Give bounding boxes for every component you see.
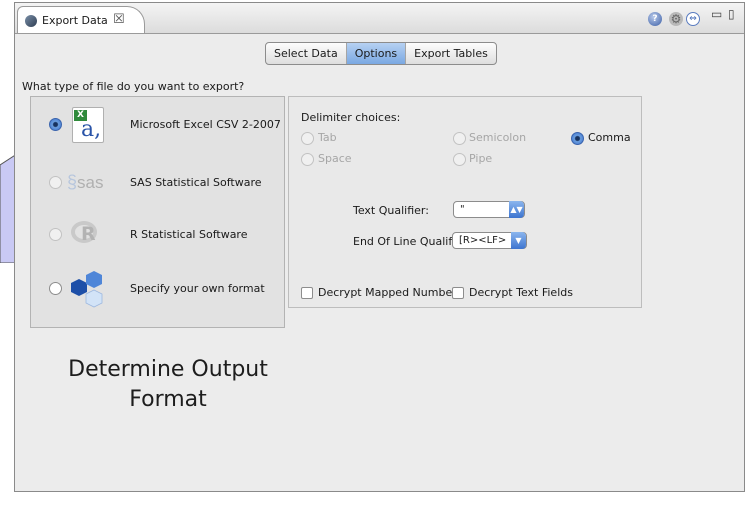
tab-label: Tab bbox=[318, 131, 337, 144]
excel-icon: Xa, bbox=[67, 107, 111, 143]
decrypt-numbers-label: Decrypt Mapped Numbers bbox=[318, 286, 463, 299]
format-option-excel[interactable]: Xa, Microsoft Excel CSV 2-2007 bbox=[31, 105, 284, 145]
decrypt-numbers-checkbox[interactable] bbox=[301, 287, 313, 299]
delimiter-options-panel: Delimiter choices: Tab Semicolon Comma S… bbox=[288, 96, 642, 308]
decrypt-text-label: Decrypt Text Fields bbox=[469, 286, 573, 299]
excel-label: Microsoft Excel CSV 2-2007 bbox=[130, 118, 281, 131]
nav-icon[interactable]: ⇔ bbox=[686, 12, 700, 26]
format-option-sas[interactable]: §sas SAS Statistical Software bbox=[31, 163, 284, 203]
semicolon-label: Semicolon bbox=[469, 131, 527, 144]
r-logo-icon: R bbox=[67, 217, 111, 253]
excel-radio[interactable] bbox=[49, 118, 62, 131]
text-qualifier-select[interactable]: " ▲▼ bbox=[453, 201, 525, 218]
tab-select-data[interactable]: Select Data bbox=[266, 43, 347, 64]
space-label: Space bbox=[318, 152, 352, 165]
custom-radio[interactable] bbox=[49, 282, 62, 295]
sas-label: SAS Statistical Software bbox=[130, 176, 262, 189]
eol-qualifier-label: End Of Line Qualifi bbox=[353, 235, 456, 248]
caption-text: Determine Output Format bbox=[23, 355, 313, 415]
tab-export-tables[interactable]: Export Tables bbox=[406, 43, 496, 64]
chevron-down-icon: ▼ bbox=[511, 232, 526, 249]
r-label: R Statistical Software bbox=[130, 228, 248, 241]
r-radio[interactable] bbox=[49, 228, 62, 241]
format-panel: Xa, Microsoft Excel CSV 2-2007 §sas SAS … bbox=[30, 96, 285, 328]
gear-icon[interactable]: ⚙ bbox=[669, 12, 683, 26]
tab-radio[interactable] bbox=[301, 132, 314, 145]
custom-label: Specify your own format bbox=[130, 282, 265, 295]
help-icon[interactable]: ? bbox=[648, 12, 662, 26]
chevron-updown-icon: ▲▼ bbox=[509, 201, 524, 218]
caption-line-2: Format bbox=[129, 387, 207, 412]
export-icon bbox=[25, 15, 37, 27]
maximize-icon[interactable]: ▯ bbox=[728, 7, 735, 21]
tab-title: Export Data bbox=[42, 14, 108, 27]
sas-radio[interactable] bbox=[49, 176, 62, 189]
format-question: What type of file do you want to export? bbox=[22, 80, 245, 93]
caption-line-1: Determine Output bbox=[68, 357, 268, 382]
sas-icon: §sas bbox=[67, 172, 104, 192]
format-option-r[interactable]: R R Statistical Software bbox=[31, 215, 284, 255]
tab-export-data[interactable]: Export Data ☒ bbox=[17, 6, 145, 33]
comma-label: Comma bbox=[588, 131, 631, 144]
semicolon-radio[interactable] bbox=[453, 132, 466, 145]
space-radio[interactable] bbox=[301, 153, 314, 166]
pipe-label: Pipe bbox=[469, 152, 493, 165]
editor-tab-bar: Export Data ☒ ? ⚙ ⇔ ▭ ▯ bbox=[15, 3, 744, 34]
format-option-custom[interactable]: Specify your own format bbox=[31, 269, 284, 309]
text-qualifier-label: Text Qualifier: bbox=[353, 204, 429, 217]
delimiter-heading: Delimiter choices: bbox=[301, 111, 401, 124]
minimize-icon[interactable]: ▭ bbox=[711, 7, 722, 21]
eol-qualifier-select[interactable]: [R><LF> ▼ bbox=[452, 232, 527, 249]
step-segmented-control: Select Data Options Export Tables bbox=[265, 42, 497, 65]
decrypt-text-checkbox[interactable] bbox=[452, 287, 464, 299]
comma-radio[interactable] bbox=[571, 132, 584, 145]
close-icon[interactable]: ☒ bbox=[113, 12, 125, 27]
tab-options[interactable]: Options bbox=[346, 43, 407, 64]
hexagon-icon bbox=[71, 271, 103, 308]
pipe-radio[interactable] bbox=[453, 153, 466, 166]
